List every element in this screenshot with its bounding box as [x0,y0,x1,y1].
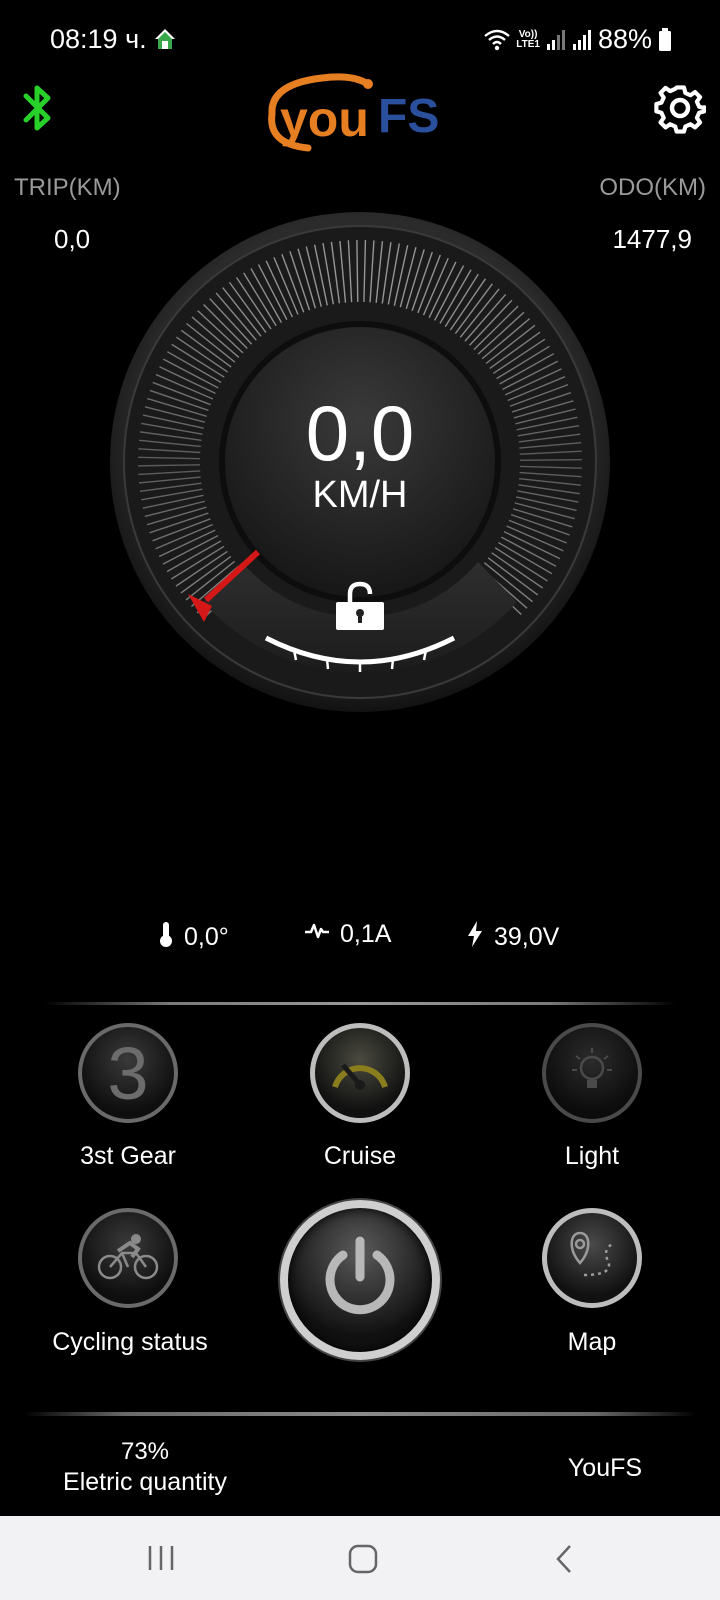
cruise-label: Cruise [323,1142,397,1170]
gear-number: 3 [107,1031,149,1115]
recent-apps-icon[interactable] [146,1544,176,1577]
speed-unit: KM/H [312,474,408,516]
light-button[interactable] [542,1023,642,1123]
trip-label: TRIP(KM) [14,174,121,201]
home-icon [152,26,178,57]
temperature-metric: 0,0° [158,920,229,955]
cycling-status-label: Cycling status [52,1328,208,1356]
system-navigation-bar [0,1516,720,1600]
power-button[interactable] [280,1200,440,1360]
map-label: Map [567,1328,617,1356]
divider [44,1002,676,1005]
speed-value: 0,0 [305,389,415,477]
volte-icon: Vo)) LTE1 [516,28,540,50]
back-icon[interactable] [554,1544,574,1579]
map-pin-icon [564,1229,620,1288]
cycling-status-button[interactable] [78,1208,178,1308]
current-metric: 0,1A [304,920,391,949]
light-bulb-icon [570,1046,614,1101]
thermometer-icon [158,920,174,955]
status-time: 08:19 ч. [50,24,147,54]
wifi-icon [484,29,511,51]
lightning-icon [466,920,484,955]
signal-icon [546,29,566,51]
trip-value: 0,0 [54,224,91,254]
brand-label: YouFS [567,1454,643,1482]
settings-icon[interactable] [654,82,707,139]
voltage-metric: 39,0V [466,920,559,955]
temperature-value: 0,0° [184,923,229,951]
gear-label: 3st Gear [80,1142,176,1170]
status-bar: 08:19 ч. Vo)) LTE1 88% [0,0,720,80]
gear-button[interactable]: 3 [78,1023,178,1123]
signal-icon-2 [572,29,592,51]
logo-you: you [280,91,369,147]
app-logo: you FS [262,70,462,154]
map-button[interactable] [542,1208,642,1308]
current-value: 0,1A [340,920,392,948]
odo-label: ODO(KM) [599,174,706,201]
volte-bottom: LTE1 [516,38,540,50]
light-label: Light [564,1142,620,1170]
bluetooth-icon[interactable] [18,82,58,139]
voltage-value: 39,0V [494,923,560,951]
logo-fs: FS [378,90,439,143]
pulse-icon [304,920,330,949]
odo-value: 1477,9 [612,224,692,254]
power-icon [315,1233,405,1328]
volte-top: Vo)) [518,28,538,40]
battery-percent: 88% [597,24,652,54]
speedometer-icon [329,1049,391,1098]
battery-icon [658,27,672,52]
battery-quantity-label: Eletric quantity [63,1468,227,1496]
home-nav-icon[interactable] [348,1544,378,1579]
battery-quantity-percent: 73% [120,1438,170,1465]
unlock-icon[interactable] [334,580,386,637]
cyclist-icon [96,1231,160,1286]
cruise-button[interactable] [310,1023,410,1123]
status-icons: Vo)) LTE1 88% [484,24,672,55]
divider [24,1412,696,1416]
